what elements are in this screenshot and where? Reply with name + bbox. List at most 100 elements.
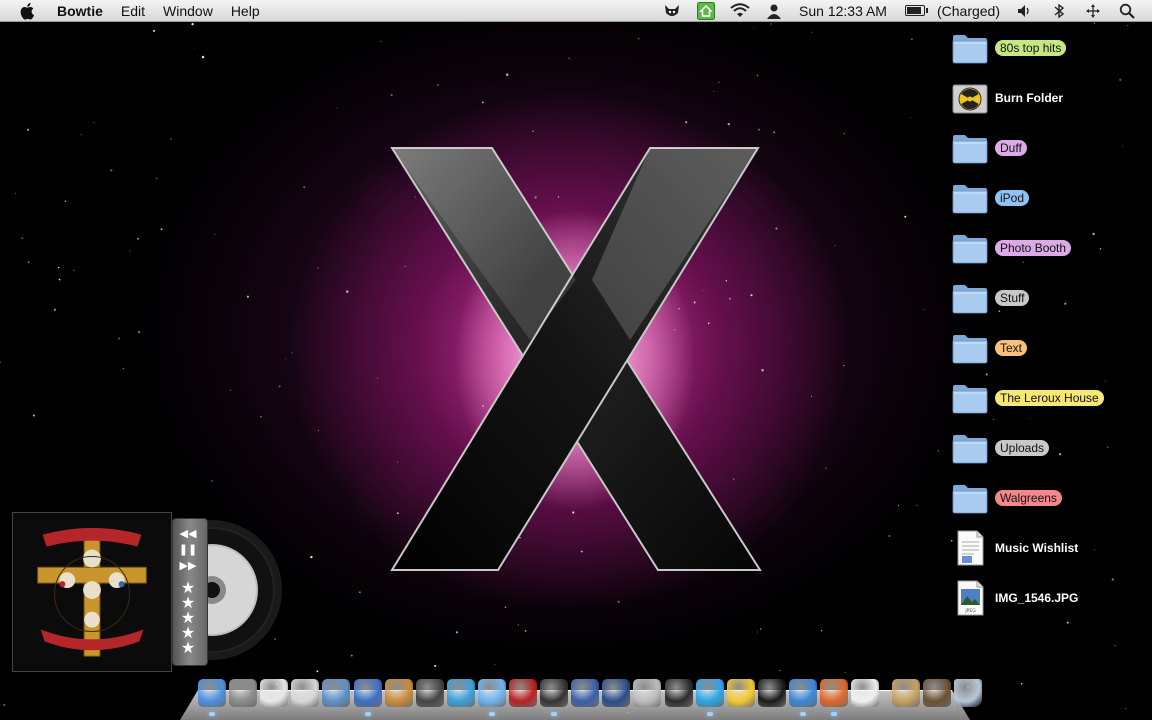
spotlight-search-icon[interactable] <box>1116 2 1138 20</box>
star-dot <box>481 101 484 104</box>
dock-address-book-icon[interactable] <box>353 679 382 707</box>
desktop-item[interactable]: iPod <box>950 176 1030 220</box>
menu-help[interactable]: Help <box>222 3 269 19</box>
menu-extras: Sun 12:33 AM (Charged) <box>655 0 1152 22</box>
home-icon[interactable] <box>695 1 717 20</box>
previous-track-icon[interactable]: ◀◀ <box>173 527 203 540</box>
dock-iphoto-icon[interactable] <box>384 679 413 707</box>
star-dot <box>770 23 772 25</box>
star-dot <box>820 629 823 632</box>
star-dot <box>21 237 24 240</box>
rating-star-icon[interactable]: ★ <box>178 581 198 597</box>
desktop-item[interactable]: Text <box>950 326 1028 370</box>
clock[interactable]: Sun 12:33 AM <box>791 3 895 19</box>
dock-photo-booth-icon[interactable] <box>509 679 537 707</box>
battery-icon[interactable] <box>904 5 928 16</box>
desktop-item[interactable]: Duff <box>950 126 1027 170</box>
desktop-item[interactable]: Music Wishlist <box>950 526 1078 570</box>
folder-icon <box>952 185 988 214</box>
dock-firefox-icon[interactable] <box>820 679 848 707</box>
menu-edit[interactable]: Edit <box>112 3 154 19</box>
dock-skype-icon[interactable] <box>695 679 724 707</box>
battery-status[interactable]: (Charged) <box>929 3 1008 19</box>
star-dot <box>1104 380 1106 382</box>
desktop-item[interactable]: Burn Folder <box>950 76 1063 120</box>
dock-finder-icon[interactable] <box>198 679 226 707</box>
star-dot <box>911 38 913 40</box>
folder-icon <box>952 135 988 164</box>
desktop-item[interactable]: Stuff <box>950 276 1030 320</box>
album-artwork[interactable] <box>12 512 172 672</box>
star-dot <box>1020 682 1023 685</box>
dock-front-row-icon[interactable] <box>757 679 786 707</box>
star-dot <box>834 244 836 246</box>
star-dot <box>191 22 194 26</box>
star-dot <box>137 330 141 334</box>
pause-icon[interactable]: ❚❚ <box>173 543 203 556</box>
dock-textedit-icon[interactable] <box>291 679 320 707</box>
star-dot <box>155 177 158 180</box>
dock-safari-icon[interactable] <box>788 679 817 707</box>
star-dot <box>14 192 17 194</box>
desktop-item[interactable]: JPEG IMG_1546.JPG <box>950 576 1078 620</box>
dock-stars-app-icon[interactable] <box>415 679 444 707</box>
rating-star-icon[interactable]: ★ <box>178 611 198 627</box>
star-dot <box>193 47 195 49</box>
desktop-item[interactable]: The Leroux House <box>950 376 1104 420</box>
wifi-icon[interactable] <box>729 2 751 20</box>
desktop-item[interactable]: Walgreens <box>950 476 1062 520</box>
star-dot <box>153 29 156 32</box>
desktop-item[interactable]: Uploads <box>950 426 1050 470</box>
star-dot <box>110 169 113 172</box>
volume-icon[interactable] <box>1014 2 1036 20</box>
star-dot <box>685 121 688 124</box>
star-dot <box>844 671 846 673</box>
dock-imovie-icon[interactable] <box>540 679 569 707</box>
star-dot <box>380 40 382 42</box>
star-dot <box>811 31 813 33</box>
bluetooth-icon[interactable] <box>1048 2 1070 20</box>
star-dot <box>57 266 60 269</box>
rating-star-icon[interactable]: ★ <box>178 626 198 642</box>
dock-network-app-icon[interactable] <box>446 679 475 707</box>
bowtie-controls: ◀◀ ❚❚ ▶▶ ★ ★ ★ ★ ★ <box>172 518 208 666</box>
star-dot <box>843 364 845 367</box>
user-icon[interactable] <box>763 2 785 20</box>
dock-mail-icon[interactable] <box>322 679 351 707</box>
dock-ical-icon[interactable] <box>260 679 289 707</box>
next-track-icon[interactable]: ▶▶ <box>173 559 203 572</box>
desktop-item[interactable]: Photo Booth <box>950 226 1072 270</box>
apple-menu-icon[interactable] <box>18 1 38 21</box>
star-dot <box>310 555 313 559</box>
desktop-item-label: Photo Booth <box>995 240 1072 256</box>
move-arrows-icon[interactable] <box>1082 2 1104 20</box>
dock-adium-character-icon[interactable] <box>664 679 693 707</box>
star-dot <box>1124 707 1127 710</box>
cat-icon[interactable] <box>661 2 683 20</box>
star-dot <box>811 395 813 397</box>
dock-applications-folder-icon[interactable] <box>892 679 921 707</box>
running-indicator <box>364 712 371 716</box>
app-menu-bowtie[interactable]: Bowtie <box>48 3 112 19</box>
menu-window[interactable]: Window <box>154 3 222 19</box>
star-dot <box>568 57 570 59</box>
dock-system-preferences-icon[interactable] <box>229 679 258 707</box>
dock-picasa-icon[interactable] <box>851 679 880 707</box>
dock-spaces-icon[interactable] <box>571 679 600 707</box>
star-dot <box>910 116 912 118</box>
star-dot <box>825 467 827 469</box>
dock-itunes-icon[interactable] <box>477 679 506 707</box>
dock-downloads-folder-icon[interactable] <box>923 679 952 707</box>
dock-adium-duck-icon[interactable] <box>726 679 755 707</box>
star-dot <box>1127 25 1129 27</box>
dock-trash-icon[interactable] <box>954 679 983 707</box>
rating-star-icon[interactable]: ★ <box>178 596 198 612</box>
desktop-item[interactable]: 80s top hits <box>950 26 1067 70</box>
rating-star-icon[interactable]: ★ <box>178 641 198 657</box>
dock-calculator-icon[interactable] <box>633 679 662 707</box>
folder-icon <box>952 335 988 364</box>
running-indicator <box>799 712 806 716</box>
desktop-item-label: Burn Folder <box>995 91 1063 105</box>
star-dot <box>494 664 496 666</box>
dock-google-earth-icon[interactable] <box>602 679 631 707</box>
